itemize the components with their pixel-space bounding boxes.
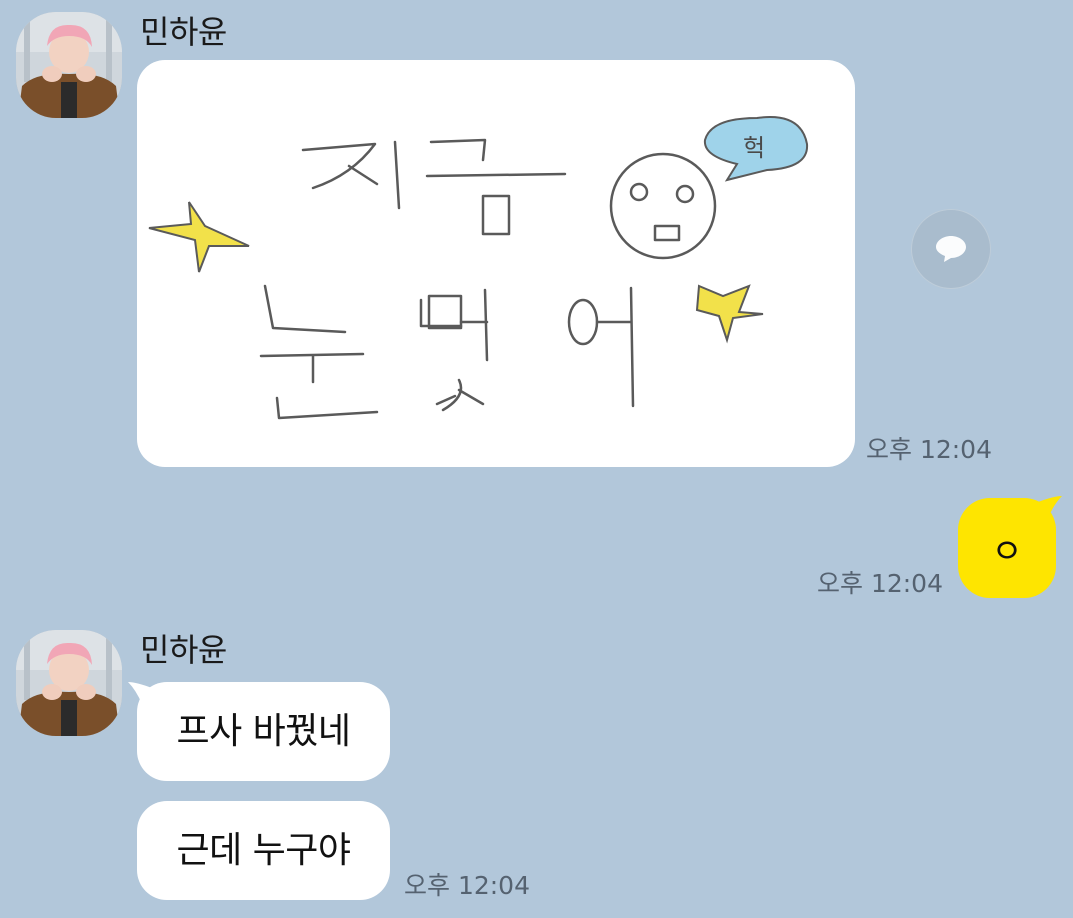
drawing-image: 헉 [148,116,809,420]
message-timestamp: 오후 12:04 [866,435,992,464]
speech-bubble-icon [936,236,966,262]
message-timestamp: 오후 12:04 [817,569,943,598]
sender-avatar[interactable] [16,12,122,118]
message-text: 근데 누구야 [176,829,351,871]
sender-name: 민하윤 [140,13,227,51]
sender-avatar[interactable] [16,630,122,736]
their-message-bubble[interactable]: 근데 누구야 [137,801,390,900]
image-message[interactable]: 헉 [137,60,855,467]
share-button[interactable] [911,209,991,289]
speech-text: 헉 [743,134,765,162]
sender-name: 민하윤 [140,631,227,669]
message-timestamp: 오후 12:04 [404,871,530,900]
avatar-photo [16,12,122,118]
message-text: 프사 바꿨네 [176,710,351,752]
message-text: ㅇ [991,531,1023,572]
avatar-photo [16,630,122,736]
bubble-tail [1038,496,1062,518]
their-message-bubble[interactable]: 프사 바꿨네 [137,682,390,781]
